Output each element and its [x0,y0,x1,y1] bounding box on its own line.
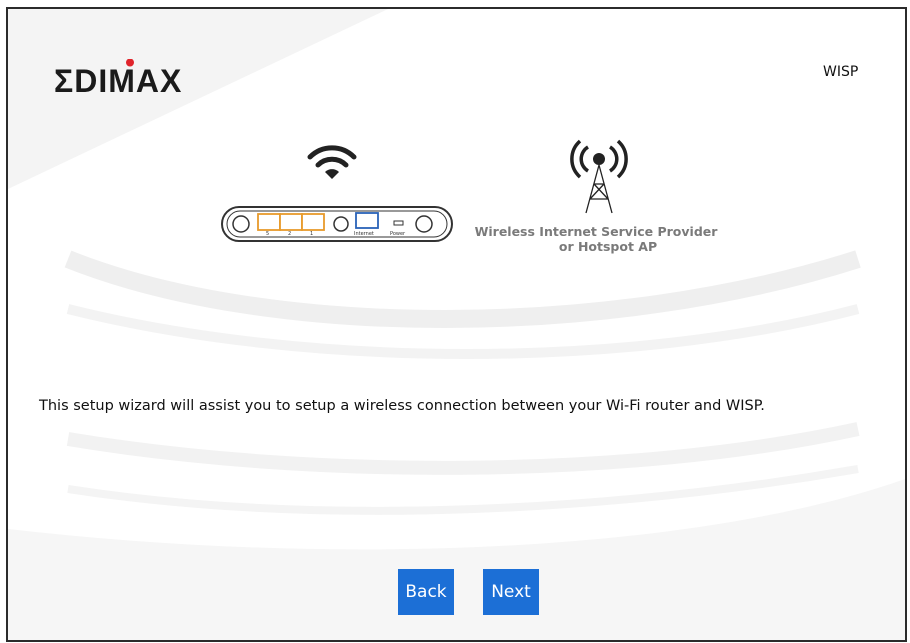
router-device: 5 2 1 Internet Power [221,206,453,242]
wizard-window: ΣDIMAX WISP 5 2 1 Internet Power Wireles… [6,7,907,642]
wifi-icon [307,145,357,179]
provider-label-line2: or Hotspot AP [559,239,657,254]
next-button[interactable]: Next [483,569,539,615]
router-internet-label: Internet [354,231,374,237]
antenna-tower-icon [570,139,628,214]
router-power-label: Power [390,231,406,237]
router-port-label: 2 [288,231,291,237]
router-port-label: 5 [266,231,269,237]
router-port-label: 1 [310,231,313,237]
network-illustration: 5 2 1 Internet Power Wireless Internet S… [221,139,719,254]
wizard-description: This setup wizard will assist you to set… [39,398,765,414]
back-button[interactable]: Back [398,569,454,615]
provider-label-line1: Wireless Internet Service Provider [475,224,719,239]
